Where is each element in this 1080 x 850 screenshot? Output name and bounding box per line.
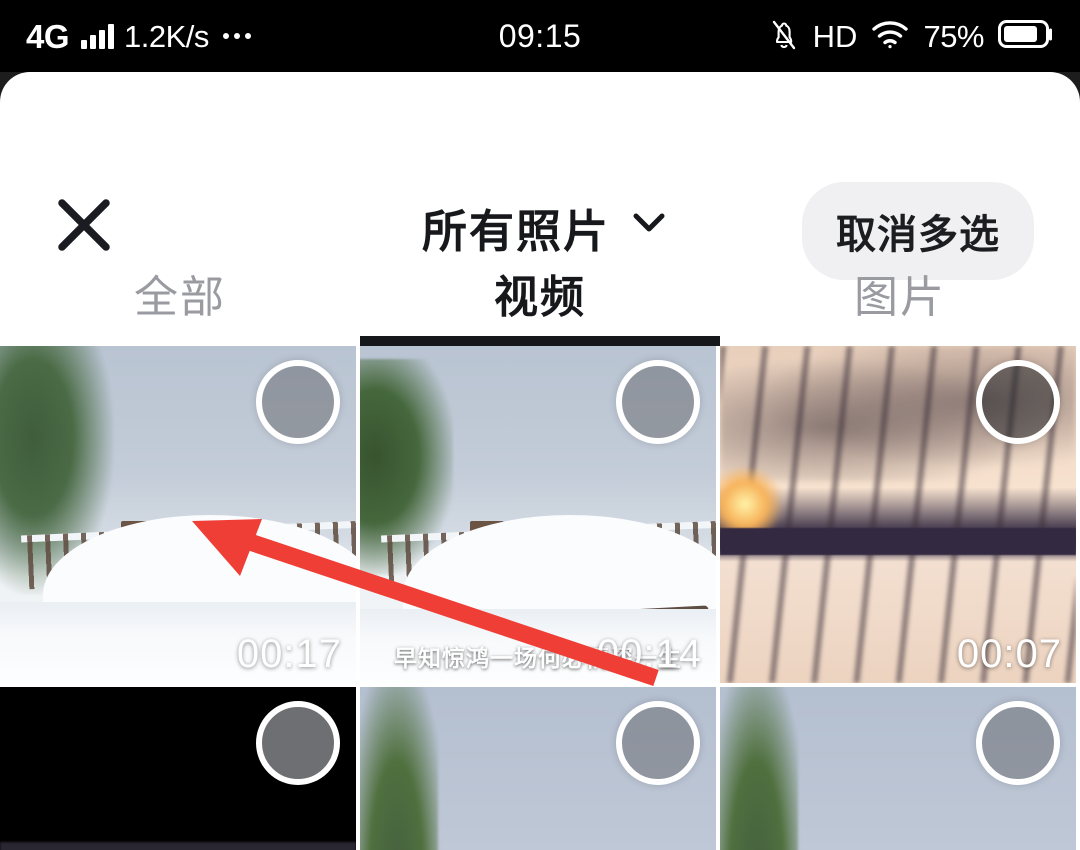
phone-screen: 4G 1.2K/s 09:15 HD 75% 所有照片 取消多选 全部 视频 图… [0, 0, 1080, 850]
tab-all-label: 全部 [134, 273, 226, 322]
clock-label: 09:15 [498, 17, 582, 54]
media-cell-3[interactable]: 00:07 [720, 346, 1076, 683]
tab-image[interactable]: 图片 [720, 240, 1080, 346]
duration-label-3: 00:07 [956, 632, 1062, 676]
filter-tabs: 全部 视频 图片 [0, 240, 1080, 346]
active-tab-indicator [360, 336, 720, 346]
duration-label-2: 00:14 [596, 632, 702, 676]
select-checkbox-1[interactable] [256, 360, 340, 444]
status-bar: 4G 1.2K/s 09:15 HD 75% [0, 0, 1080, 72]
tab-all[interactable]: 全部 [0, 240, 360, 346]
select-checkbox-4[interactable] [256, 701, 340, 785]
media-cell-5[interactable] [360, 687, 716, 850]
tab-video-label: 视频 [494, 273, 586, 322]
media-cell-1[interactable]: 00:17 [0, 346, 356, 683]
media-cell-6[interactable] [720, 687, 1076, 850]
select-checkbox-2[interactable] [616, 360, 700, 444]
tab-image-label: 图片 [854, 273, 946, 322]
select-checkbox-5[interactable] [616, 701, 700, 785]
tab-video[interactable]: 视频 [360, 240, 720, 346]
media-cell-2[interactable]: 早知惊鸿一场何必情深一生 00:14 [360, 346, 716, 683]
duration-label-1: 00:17 [236, 632, 342, 676]
photo-picker-sheet: 所有照片 取消多选 全部 视频 图片 00:17 早知惊鸿一场何必情深一生 00… [0, 72, 1080, 850]
chevron-down-icon [632, 210, 665, 236]
select-checkbox-3[interactable] [976, 360, 1060, 444]
media-cell-4[interactable] [0, 687, 356, 850]
media-grid: 00:17 早知惊鸿一场何必情深一生 00:14 00:07 [0, 346, 1080, 850]
status-bar-clock: 09:15 [0, 0, 1080, 72]
sheet-header: 所有照片 取消多选 [0, 72, 1080, 280]
select-checkbox-6[interactable] [976, 701, 1060, 785]
